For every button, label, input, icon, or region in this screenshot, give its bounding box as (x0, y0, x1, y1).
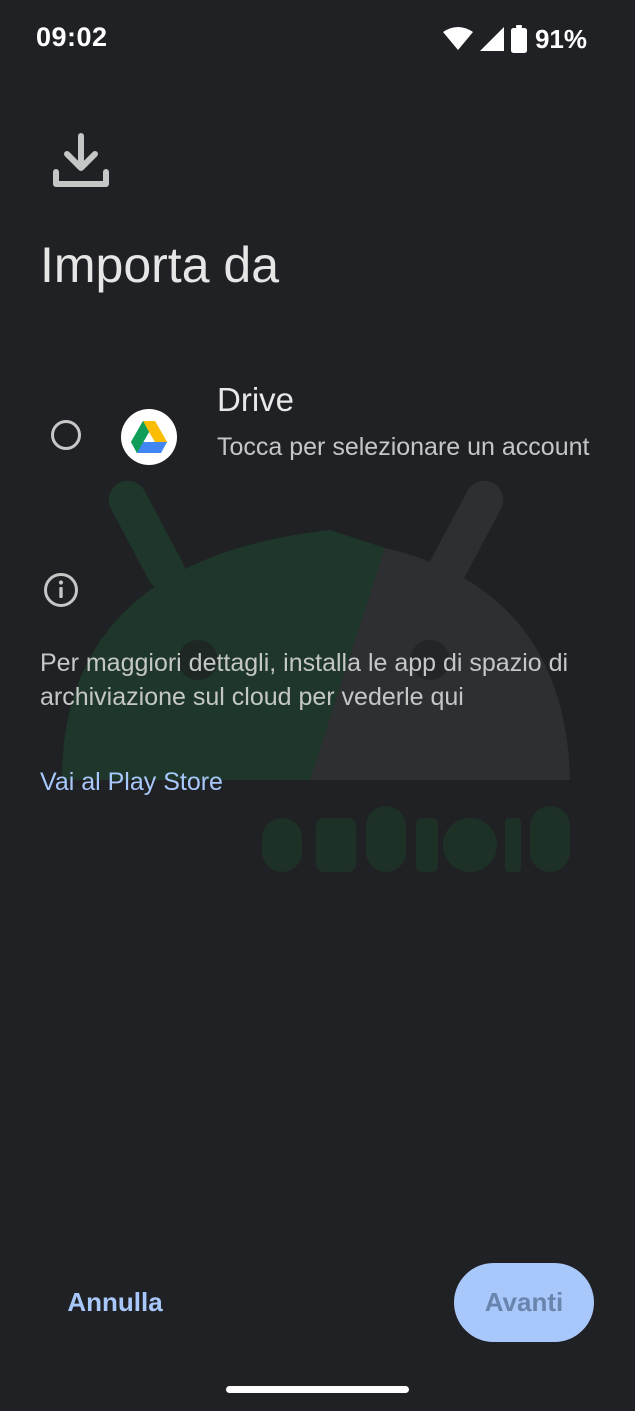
option-title: Drive (217, 381, 295, 418)
status-bar: 09:02 91% (0, 0, 635, 80)
cancel-button[interactable]: Annulla (40, 1270, 190, 1334)
option-drive[interactable]: Drive Tocca per selezionare un account (0, 375, 635, 505)
info-icon (44, 573, 78, 607)
next-button[interactable]: Avanti (454, 1263, 594, 1342)
google-drive-icon (121, 409, 177, 465)
page-title: Importa da (40, 237, 280, 293)
wifi-icon (442, 27, 473, 50)
signal-icon (479, 27, 504, 51)
battery-percent: 91% (534, 23, 587, 54)
battery-icon (510, 25, 527, 53)
play-store-link[interactable]: Vai al Play Store (40, 768, 223, 797)
gesture-nav-handle[interactable] (226, 1386, 409, 1393)
status-icons: 91% (442, 23, 587, 54)
radio-button[interactable] (51, 420, 81, 450)
option-subtitle: Tocca per selezionare un account (217, 433, 590, 461)
import-screen: 09:02 91% Importa da Drive Tocca per sel… (0, 0, 635, 1411)
status-time: 09:02 (36, 22, 108, 52)
download-icon (53, 133, 109, 187)
info-text: Per maggiori dettagli, installa le app d… (40, 649, 569, 711)
